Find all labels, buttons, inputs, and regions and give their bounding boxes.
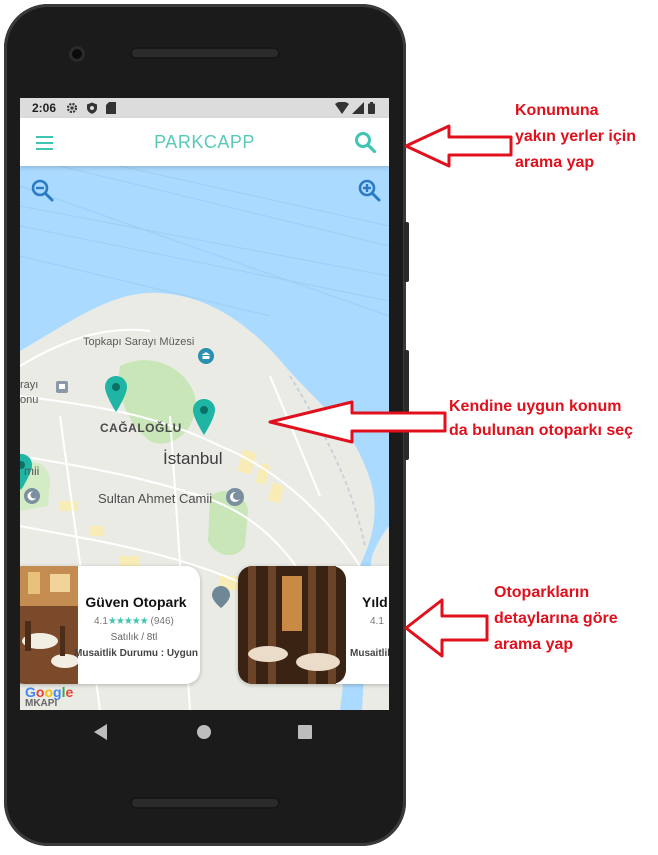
annotation-arrow-details [404, 598, 489, 658]
parking-name: Güven Otopark [85, 594, 187, 610]
annotation-select-line2: da bulunan otoparkı seç [449, 422, 634, 439]
annotation-details-line2: detaylarına göre [494, 610, 618, 627]
parking-photo [20, 566, 78, 684]
map-label-cagaloglu: CAĞALOĞLU [100, 421, 182, 435]
parking-card-yildiz[interactable]: Yıld 4.1 Musaitlik [238, 566, 389, 684]
front-camera [69, 46, 85, 62]
annotation-search-line1: Konumuna [515, 102, 599, 119]
android-nav-bar [20, 710, 389, 754]
map-label-partial-bottom: onu [20, 394, 39, 406]
status-time: 2:06 [32, 101, 57, 115]
recents-nav-icon[interactable] [298, 725, 312, 739]
bus-stop-icon [56, 381, 68, 393]
battery-icon [368, 102, 375, 114]
map-label-partial-mid: mii [24, 464, 40, 478]
review-count: (946) [150, 616, 174, 627]
rating-stars: ★★★★★ [107, 616, 149, 627]
annotation-select-line1: Kendine uygun konum [449, 398, 622, 415]
mosque-poi-icon[interactable] [226, 488, 244, 506]
annotation-search-line3: arama yap [515, 154, 595, 171]
annotation-arrow-select [268, 400, 447, 444]
parking-rating-2: 4.1 [370, 616, 384, 627]
wifi-icon [335, 102, 349, 114]
zoom-out-icon[interactable] [30, 178, 54, 202]
bottom-speaker [130, 797, 280, 809]
museum-poi-icon[interactable] [198, 348, 214, 364]
parking-name-2: Yıld [362, 594, 388, 610]
annotation-details-line1: Otoparkların [494, 584, 590, 601]
annotation-details-line3: arama yap [494, 636, 574, 653]
search-icon[interactable] [353, 130, 377, 154]
mosque-poi-icon-left[interactable] [24, 488, 40, 504]
annotation-select: Kendine uygun konum da bulunan otoparkı … [449, 395, 633, 443]
map-label-partial-top: rayı [20, 379, 39, 391]
home-nav-icon[interactable] [196, 724, 212, 740]
settings-icon [66, 102, 78, 114]
zoom-in-icon[interactable] [357, 178, 381, 202]
volume-button[interactable] [404, 222, 409, 282]
annotation-search: Konumuna yakın yerler için arama yap [515, 98, 636, 176]
map-label-partial-bottom-street: MKAPI [25, 698, 58, 709]
sd-card-icon [106, 102, 116, 114]
parking-card-guven[interactable]: Güven Otopark 4.1★★★★★ (946) Satılık / 8… [20, 566, 200, 684]
parking-marker-1[interactable] [105, 376, 127, 412]
back-nav-icon[interactable] [94, 724, 108, 740]
map-label-istanbul: İstanbul [163, 449, 223, 468]
map-label-sultan-ahmet: Sultan Ahmet Camii [98, 491, 213, 506]
rating-value: 4.1 [94, 616, 108, 627]
annotation-arrow-search [404, 124, 513, 168]
parking-photo-2 [238, 566, 346, 684]
top-speaker [130, 47, 280, 59]
parking-availability-2: Musaitlik [350, 648, 389, 659]
gray-pin-icon [212, 586, 230, 608]
annotation-search-line2: yakın yerler için [515, 128, 636, 145]
parking-price: Satılık / 8tl [110, 632, 158, 643]
app-title: PARKCAPP [154, 132, 255, 152]
app-bar: PARKCAPP [20, 118, 389, 166]
parking-availability: Musaitlik Durumu : Uygun [74, 648, 198, 659]
shield-icon [87, 102, 97, 114]
signal-icon [352, 102, 364, 114]
parking-marker-2[interactable] [193, 399, 215, 435]
parking-rating: 4.1★★★★★ (946) [94, 616, 174, 627]
map-label-topkapi: Topkapı Sarayı Müzesi [83, 336, 195, 348]
annotation-details: Otoparkların detaylarına göre arama yap [494, 580, 618, 658]
status-bar: 2:06 [20, 98, 389, 118]
